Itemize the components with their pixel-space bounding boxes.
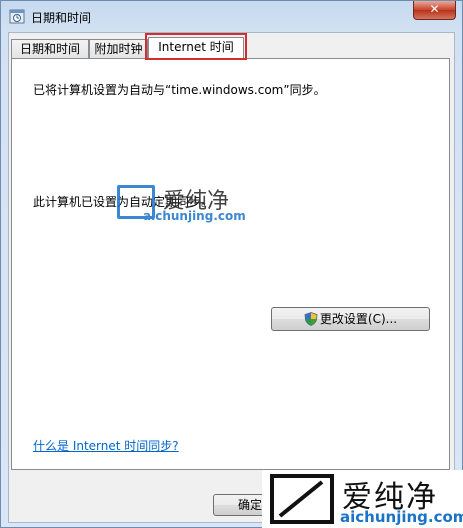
ok-label: 确定 <box>237 498 262 512</box>
sync-status-text: 已将计算机设置为自动与“time.windows.com”同步。 <box>33 83 326 97</box>
watermark-center: 爱纯净 aichunjing.com <box>117 183 267 225</box>
tab-highlight-box <box>145 33 247 60</box>
change-settings-button[interactable]: 更改设置(C)... <box>271 307 430 331</box>
internet-time-panel: 已将计算机设置为自动与“time.windows.com”同步。 此计算机已设置… <box>11 58 450 470</box>
tab-additional-clocks[interactable]: 附加时钟 <box>89 39 148 59</box>
close-icon: ✕ <box>429 2 440 16</box>
watermark-en-text: aichunjing.com <box>340 508 463 526</box>
uac-shield-icon <box>304 312 318 326</box>
tab-label: 附加时钟 <box>94 42 143 56</box>
watermark-corner: 爱纯净 aichunjing.com <box>262 470 463 528</box>
window-title: 日期和时间 <box>31 11 92 25</box>
tab-label: 日期和时间 <box>19 42 80 56</box>
title-bar[interactable]: 日期和时间 ✕ <box>1 1 462 31</box>
tab-date-time[interactable]: 日期和时间 <box>11 39 89 59</box>
watermark-en-text: aichunjing.com <box>143 209 246 223</box>
clock-icon <box>9 9 25 24</box>
watermark-logo-icon <box>270 474 334 524</box>
close-button[interactable]: ✕ <box>413 1 456 20</box>
change-settings-label: 更改设置(C)... <box>319 312 398 326</box>
help-link-internet-time[interactable]: 什么是 Internet 时间同步? <box>33 437 179 454</box>
